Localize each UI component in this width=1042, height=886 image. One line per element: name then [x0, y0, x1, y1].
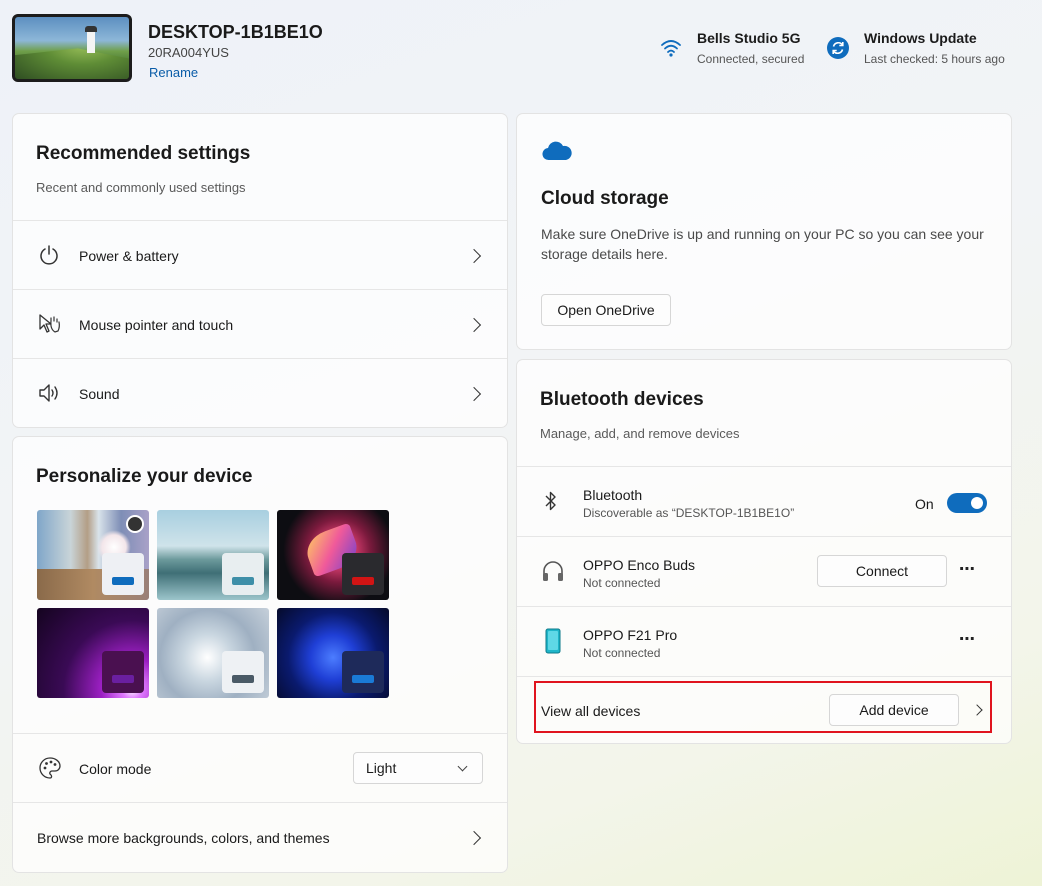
recommended-item-label: Power & battery: [79, 248, 179, 264]
browse-themes-label: Browse more backgrounds, colors, and the…: [37, 830, 330, 846]
windows-update-status: Last checked: 5 hours ago: [864, 52, 1005, 66]
connect-button[interactable]: Connect: [817, 555, 947, 587]
mouse-pointer-icon: [38, 313, 62, 340]
bluetooth-label: Bluetooth: [583, 487, 643, 503]
power-icon: [38, 244, 60, 271]
device-name: OPPO Enco Buds: [583, 557, 696, 573]
wifi-network-name[interactable]: Bells Studio 5G: [697, 30, 800, 46]
recommended-item-label: Mouse pointer and touch: [79, 317, 234, 333]
bluetooth-discoverable-status: Discoverable as “DESKTOP-1B1BE1O”: [583, 506, 795, 520]
device-status: Not connected: [583, 576, 661, 590]
theme-tile-4[interactable]: [37, 608, 149, 698]
phone-icon: [545, 628, 561, 659]
chevron-down-icon: [457, 761, 468, 772]
color-mode-row: Color mode Light: [13, 734, 507, 802]
recommended-settings-card: Recommended settings Recent and commonly…: [12, 113, 508, 428]
theme-tile-1[interactable]: [37, 510, 149, 600]
device-row-oppo-f21-pro[interactable]: OPPO F21 Pro Not connected ⋯: [517, 607, 1011, 676]
device-thumbnail: [12, 14, 132, 82]
more-options-icon[interactable]: ⋯: [959, 629, 976, 649]
speaker-icon: [38, 382, 62, 409]
highlight-annotation: [534, 681, 992, 733]
color-mode-dropdown[interactable]: Light: [353, 752, 483, 784]
recommended-title: Recommended settings: [36, 143, 251, 164]
chevron-right-icon: [466, 830, 482, 846]
wifi-status: Connected, secured: [697, 52, 805, 66]
cloud-icon: [541, 140, 573, 167]
personalize-title: Personalize your device: [36, 466, 253, 487]
browse-themes-row[interactable]: Browse more backgrounds, colors, and the…: [13, 803, 507, 871]
theme-tile-6[interactable]: [277, 608, 389, 698]
windows-update-title[interactable]: Windows Update: [864, 30, 977, 46]
recommended-item-power-battery[interactable]: Power & battery: [13, 221, 507, 289]
device-name: OPPO F21 Pro: [583, 627, 678, 643]
headphones-icon: [541, 559, 565, 588]
color-mode-label: Color mode: [79, 761, 152, 777]
cloud-storage-title: Cloud storage: [541, 188, 669, 209]
rename-link[interactable]: Rename: [149, 65, 198, 80]
bluetooth-icon: [543, 489, 559, 518]
recommended-item-mouse-pointer[interactable]: Mouse pointer and touch: [13, 290, 507, 358]
bluetooth-state-label: On: [915, 496, 934, 512]
chevron-right-icon: [466, 317, 482, 333]
bluetooth-subtitle: Manage, add, and remove devices: [540, 426, 740, 441]
cloud-storage-description: Make sure OneDrive is up and running on …: [541, 226, 984, 262]
sync-icon: [827, 37, 849, 59]
chevron-right-icon: [466, 248, 482, 264]
bluetooth-title: Bluetooth devices: [540, 389, 704, 410]
recommended-item-sound[interactable]: Sound: [13, 359, 507, 427]
theme-tile-3[interactable]: [277, 510, 389, 600]
chevron-right-icon: [466, 386, 482, 402]
more-options-icon[interactable]: ⋯: [959, 559, 976, 579]
device-model: 20RA004YUS: [148, 45, 229, 60]
recommended-item-label: Sound: [79, 386, 120, 402]
open-onedrive-button[interactable]: Open OneDrive: [541, 294, 671, 326]
theme-tile-2[interactable]: [157, 510, 269, 600]
device-status: Not connected: [583, 646, 661, 660]
device-name: DESKTOP-1B1BE1O: [148, 22, 323, 42]
recommended-subtitle: Recent and commonly used settings: [36, 180, 246, 195]
cloud-storage-card: Cloud storage Make sure OneDrive is up a…: [516, 113, 1012, 350]
wifi-icon: [660, 37, 682, 59]
bluetooth-toggle-row: Bluetooth Discoverable as “DESKTOP-1B1BE…: [517, 467, 1011, 536]
theme-tile-5[interactable]: [157, 608, 269, 698]
device-row-oppo-enco-buds[interactable]: OPPO Enco Buds Not connected Connect ⋯: [517, 537, 1011, 606]
personalize-card: Personalize your device Color mode Light…: [12, 436, 508, 873]
bluetooth-toggle[interactable]: [947, 493, 987, 513]
palette-icon: [38, 756, 62, 785]
slideshow-icon: [126, 515, 144, 533]
color-mode-value: Light: [366, 760, 397, 776]
